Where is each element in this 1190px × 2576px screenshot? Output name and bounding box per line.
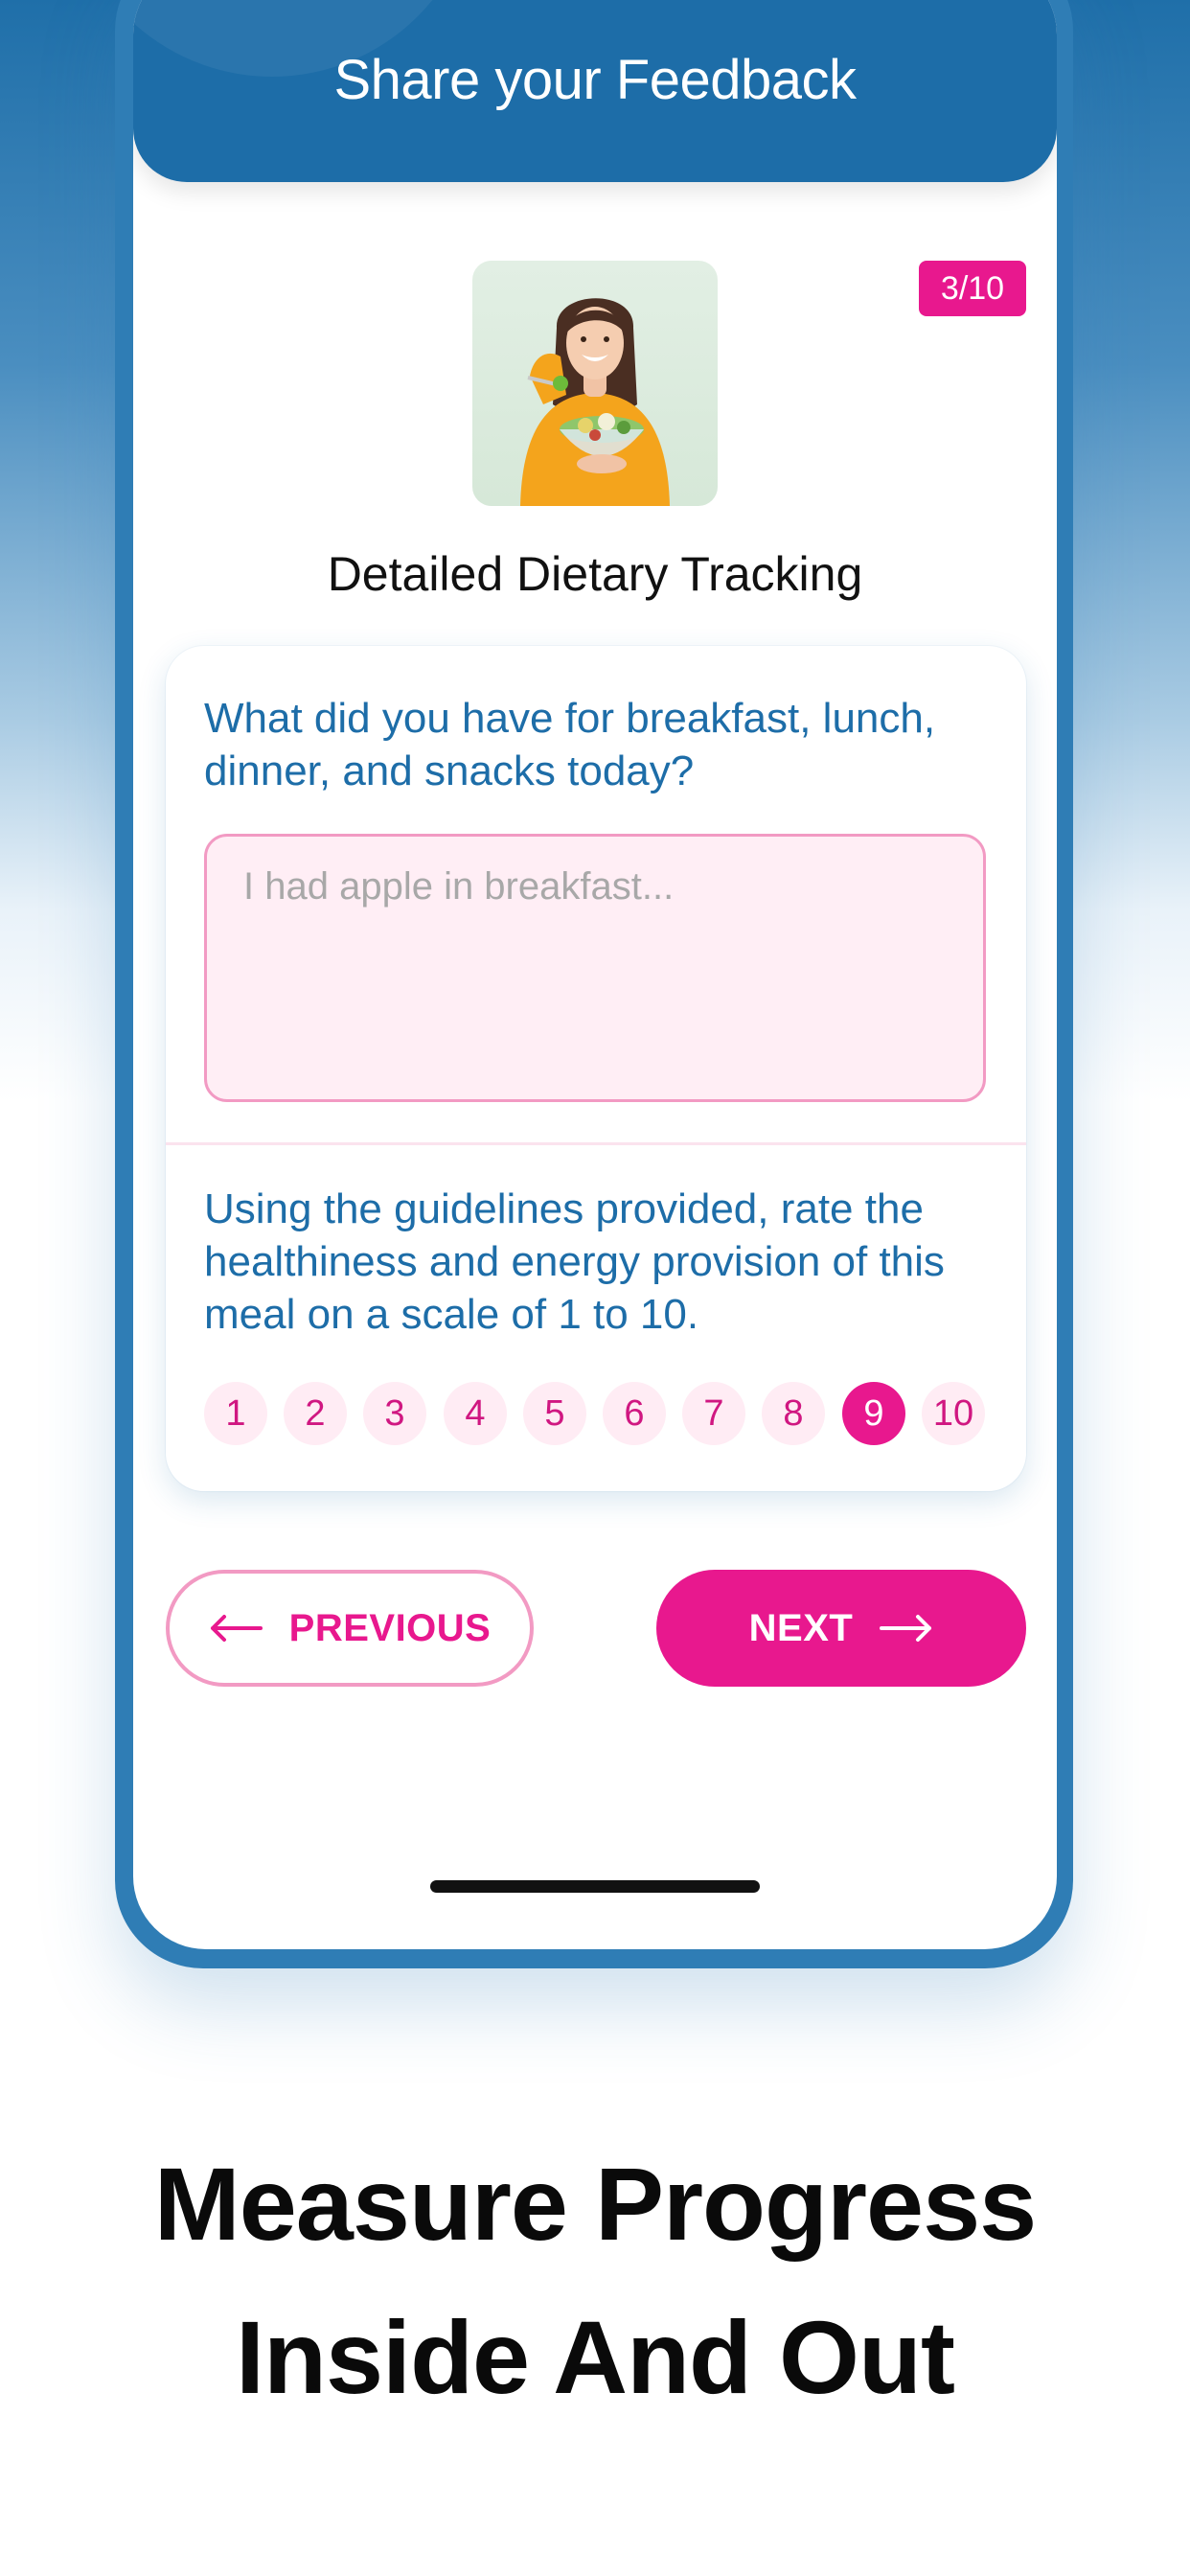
question-meals-text: What did you have for breakfast, lunch, … <box>204 695 936 794</box>
section-title: Detailed Dietary Tracking <box>327 547 863 601</box>
previous-button-label: PREVIOUS <box>288 1606 492 1649</box>
rating-option-8[interactable]: 8 <box>762 1382 825 1445</box>
rating-option-6[interactable]: 6 <box>603 1382 666 1445</box>
marketing-tagline: Measure Progress Inside And Out <box>0 2128 1190 2434</box>
question-divider <box>166 1142 1026 1145</box>
page-title: Share your Feedback <box>333 49 857 111</box>
next-button-label: NEXT <box>748 1606 854 1649</box>
woman-eating-salad-illustration <box>520 298 670 506</box>
woman-eating-salad-image <box>472 261 718 506</box>
arrow-right-icon <box>880 1614 933 1643</box>
home-indicator <box>430 1880 760 1893</box>
tagline-line-1: Measure Progress <box>153 2146 1037 2262</box>
rating-option-3[interactable]: 3 <box>363 1382 426 1445</box>
rating-option-2[interactable]: 2 <box>284 1382 347 1445</box>
rating-scale: 1 2 3 4 5 6 7 8 9 10 <box>204 1382 999 1445</box>
previous-button[interactable]: PREVIOUS <box>166 1570 534 1687</box>
rating-option-7[interactable]: 7 <box>682 1382 745 1445</box>
next-button[interactable]: NEXT <box>656 1570 1026 1687</box>
rating-option-5[interactable]: 5 <box>523 1382 586 1445</box>
rating-option-4[interactable]: 4 <box>444 1382 507 1445</box>
app-header: Share your Feedback <box>133 0 1057 182</box>
question-card: What did you have for breakfast, lunch, … <box>166 646 1026 1491</box>
rating-option-1[interactable]: 1 <box>204 1382 267 1445</box>
tagline-line-2: Inside And Out <box>236 2299 955 2415</box>
meals-answer-input[interactable] <box>204 834 986 1102</box>
rating-option-9[interactable]: 9 <box>842 1382 905 1445</box>
arrow-left-icon <box>209 1614 263 1643</box>
rating-option-10[interactable]: 10 <box>922 1382 985 1445</box>
step-counter-badge: 3/10 <box>919 261 1026 316</box>
question-rating-text: Using the guidelines provided, rate the … <box>204 1185 945 1338</box>
phone-screen: Share your Feedback 3/10 Detailed Dietar… <box>133 0 1057 1949</box>
